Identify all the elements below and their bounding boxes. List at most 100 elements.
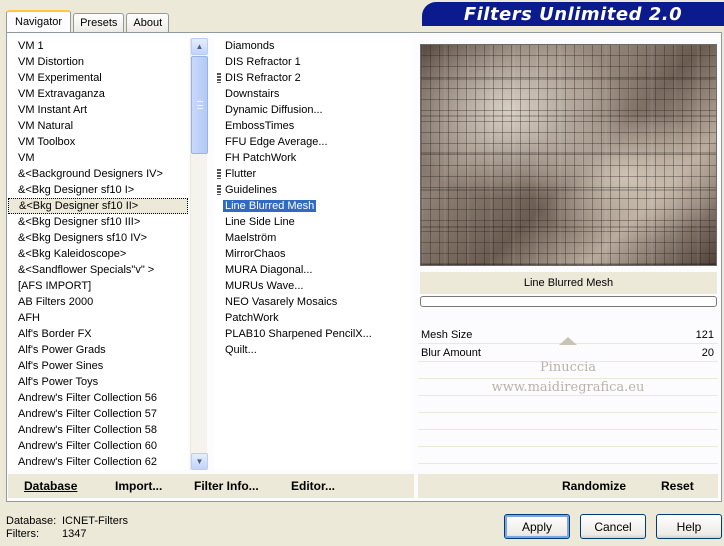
param-row-empty bbox=[418, 430, 718, 447]
filter-item[interactable]: MirrorChaos bbox=[214, 246, 412, 262]
tab-strip: Navigator Presets About bbox=[6, 10, 171, 32]
category-item[interactable]: Alf's Power Grads bbox=[8, 342, 188, 358]
category-item[interactable]: VM Instant Art bbox=[8, 102, 188, 118]
filter-item-label: Quilt... bbox=[225, 344, 257, 356]
category-item[interactable]: &<Bkg Designers sf10 IV> bbox=[8, 230, 188, 246]
tab-navigator[interactable]: Navigator bbox=[6, 10, 72, 32]
filter-item-label: PatchWork bbox=[225, 312, 279, 324]
category-item[interactable]: Andrew's Filter Collection 60 bbox=[8, 438, 188, 454]
database-label: Database: bbox=[6, 515, 57, 527]
category-item[interactable]: VM Natural bbox=[8, 118, 188, 134]
filter-item[interactable]: NEO Vasarely Mosaics bbox=[214, 294, 412, 310]
category-item[interactable]: &<Bkg Designer sf10 II> bbox=[8, 198, 188, 214]
import-button[interactable]: Import... bbox=[115, 479, 162, 493]
category-item[interactable]: Andrew's Filter Collection 62 bbox=[8, 454, 188, 470]
dotted-marker-icon bbox=[217, 185, 221, 195]
apply-button[interactable]: Apply bbox=[504, 514, 570, 539]
param-row-empty bbox=[418, 396, 718, 413]
filter-item-label: Flutter bbox=[225, 168, 257, 180]
scroll-thumb[interactable] bbox=[191, 56, 208, 154]
category-item[interactable]: AFH bbox=[8, 310, 188, 326]
filter-item[interactable]: MURA Diagonal... bbox=[214, 262, 412, 278]
left-toolbar: Database Import... Filter Info... Editor… bbox=[8, 474, 414, 498]
filter-item-label: Downstairs bbox=[225, 88, 280, 100]
filter-item[interactable]: FFU Edge Average... bbox=[214, 134, 412, 150]
filter-item[interactable]: Maelström bbox=[214, 230, 412, 246]
category-item[interactable]: &<Background Designers IV> bbox=[8, 166, 188, 182]
filter-item[interactable]: EmbossTimes bbox=[214, 118, 412, 134]
filter-item[interactable]: DIS Refractor 2 bbox=[214, 70, 412, 86]
category-item[interactable]: Alf's Border FX bbox=[8, 326, 188, 342]
database-button[interactable]: Database bbox=[24, 479, 77, 493]
filter-item[interactable]: Line Blurred Mesh bbox=[214, 198, 412, 214]
filters-label: Filters: bbox=[6, 528, 39, 540]
watermark: Pinuccia www.maidiregrafica.eu bbox=[418, 358, 718, 398]
scroll-up-button[interactable]: ▲ bbox=[191, 38, 208, 55]
filter-item[interactable]: Downstairs bbox=[214, 86, 412, 102]
slider-marker-icon bbox=[559, 337, 577, 345]
category-item[interactable]: Alf's Power Sines bbox=[8, 358, 188, 374]
filter-item[interactable]: Guidelines bbox=[214, 182, 412, 198]
tab-about[interactable]: About bbox=[126, 13, 170, 32]
param-row-empty bbox=[418, 447, 718, 464]
category-scrollbar[interactable]: ▲ ▼ bbox=[190, 38, 208, 470]
filter-item[interactable]: FH PatchWork bbox=[214, 150, 412, 166]
help-button[interactable]: Help bbox=[656, 514, 722, 539]
preview-image bbox=[420, 44, 717, 266]
category-item[interactable]: Alf's Power Toys bbox=[8, 374, 188, 390]
filter-info-button[interactable]: Filter Info... bbox=[194, 479, 259, 493]
category-item[interactable]: VM Extravaganza bbox=[8, 86, 188, 102]
filter-item-label: EmbossTimes bbox=[225, 120, 295, 132]
cancel-button[interactable]: Cancel bbox=[580, 514, 646, 539]
reset-button[interactable]: Reset bbox=[661, 479, 694, 493]
filter-item[interactable]: Diamonds bbox=[214, 38, 412, 54]
filter-item[interactable]: PatchWork bbox=[214, 310, 412, 326]
category-list[interactable]: VM 1 VM Distortion VM Experimental VM Extra… bbox=[8, 38, 188, 470]
category-item[interactable]: VM Experimental bbox=[8, 70, 188, 86]
category-item[interactable]: &<Bkg Designer sf10 I> bbox=[8, 182, 188, 198]
category-item[interactable]: VM Toolbox bbox=[8, 134, 188, 150]
preview-filter-name: Line Blurred Mesh bbox=[420, 272, 717, 294]
database-value: ICNET-Filters bbox=[62, 515, 128, 527]
watermark-line: Pinuccia bbox=[539, 360, 597, 375]
right-toolbar: Randomize Reset bbox=[418, 474, 718, 498]
category-item[interactable]: VM 1 bbox=[8, 38, 188, 54]
filter-item[interactable]: Quilt... bbox=[214, 342, 412, 358]
category-item[interactable]: AB Filters 2000 bbox=[8, 294, 188, 310]
param-label: Blur Amount bbox=[421, 346, 481, 359]
filter-item[interactable]: MURUs Wave... bbox=[214, 278, 412, 294]
filter-item[interactable]: Flutter bbox=[214, 166, 412, 182]
category-item[interactable]: Andrew's Filter Collection 58 bbox=[8, 422, 188, 438]
filter-item[interactable]: Line Side Line bbox=[214, 214, 412, 230]
param-label: Mesh Size bbox=[421, 328, 473, 341]
editor-button[interactable]: Editor... bbox=[291, 479, 335, 493]
category-item[interactable]: Andrew's Filter Collection 56 bbox=[8, 390, 188, 406]
category-item[interactable]: Andrew's Filter Collection 57 bbox=[8, 406, 188, 422]
filter-item[interactable]: Dynamic Diffusion... bbox=[214, 102, 412, 118]
dotted-marker-icon bbox=[217, 169, 221, 179]
category-item[interactable]: &<Bkg Kaleidoscope> bbox=[8, 246, 188, 262]
category-item[interactable]: VM Distortion bbox=[8, 54, 188, 70]
filter-item[interactable]: DIS Refractor 1 bbox=[214, 54, 412, 70]
dotted-marker-icon bbox=[217, 73, 221, 83]
filters-count: 1347 bbox=[62, 528, 87, 540]
category-item[interactable]: &<Sandflower Specials"v" > bbox=[8, 262, 188, 278]
param-row-empty bbox=[418, 413, 718, 430]
filter-item-label: MURA Diagonal... bbox=[225, 264, 313, 276]
status-area: Database: ICNET-Filters Filters: 1347 bbox=[6, 515, 128, 541]
progress-bar bbox=[420, 296, 717, 307]
filter-item[interactable]: PLAB10 Sharpened PencilX... bbox=[214, 326, 412, 342]
randomize-button[interactable]: Randomize bbox=[562, 479, 626, 493]
app-title-banner: Filters Unlimited 2.0 bbox=[422, 2, 724, 26]
scroll-down-button[interactable]: ▼ bbox=[191, 453, 208, 470]
filter-item-label: DIS Refractor 1 bbox=[225, 56, 301, 68]
filter-item-label: Diamonds bbox=[225, 40, 275, 52]
category-item[interactable]: &<Bkg Designer sf10 III> bbox=[8, 214, 188, 230]
category-item[interactable]: [AFS IMPORT] bbox=[8, 278, 188, 294]
filter-item-label: MirrorChaos bbox=[225, 248, 286, 260]
tab-presets[interactable]: Presets bbox=[73, 13, 125, 32]
filter-list[interactable]: Diamonds DIS Refractor 1 DIS Refractor 2 Do… bbox=[214, 38, 412, 470]
category-item[interactable]: VM bbox=[8, 150, 188, 166]
filter-item-label: NEO Vasarely Mosaics bbox=[225, 296, 338, 308]
filter-item-label: FH PatchWork bbox=[225, 152, 297, 164]
